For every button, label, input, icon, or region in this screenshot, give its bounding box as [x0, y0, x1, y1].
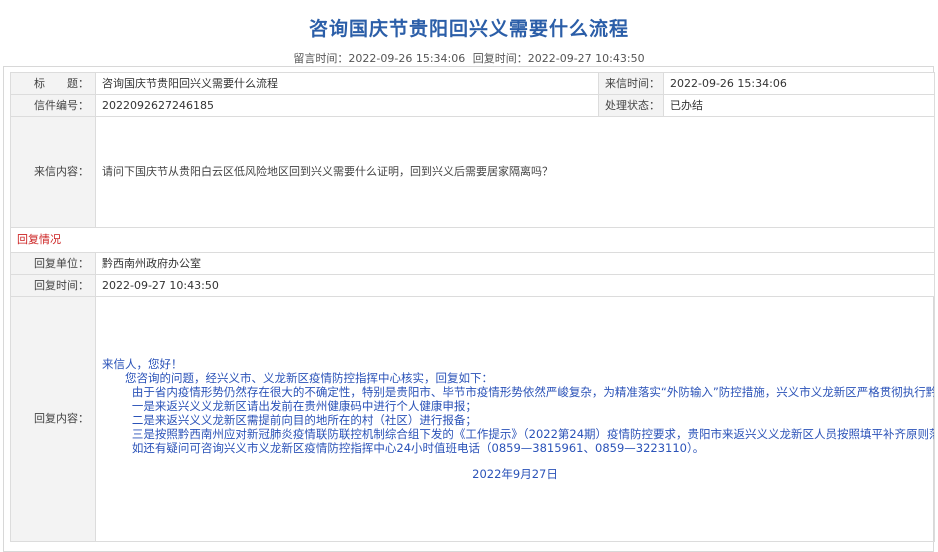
table-row: 回复内容： 来信人，您好！ 您咨询的问题，经兴义市、义龙新区疫情防控指挥中心核实… — [10, 296, 935, 542]
reply-time: 2022-09-27 10:43:50 — [527, 52, 645, 65]
title-label: 标 题： — [10, 72, 96, 95]
reply-paragraph: 三是按照黔西南州应对新冠肺炎疫情联防联控机制综合组下发的《工作提示》（2022第… — [131, 427, 935, 441]
letter-table: 标 题： 咨询国庆节贵阳回兴义需要什么流程 来信时间： 2022-09-26 1… — [10, 72, 935, 542]
table-row: 来信内容： 请问下国庆节从贵阳白云区低风险地区回到兴义需要什么证明，回到兴义后需… — [10, 116, 935, 228]
letter-content-label: 来信内容： — [10, 116, 96, 228]
page-title: 咨询国庆节贵阳回兴义需要什么流程 — [308, 18, 629, 40]
reply-unit-label: 回复单位： — [10, 252, 96, 275]
letter-number-value: 2022092627246185 — [95, 94, 599, 117]
reply-unit-value: 黔西南州政府办公室 — [95, 252, 935, 275]
reply-paragraph: 如还有疑问可咨询兴义市义龙新区疫情防控指挥中心24小时值班电话（0859—381… — [131, 441, 705, 455]
table-row: 标 题： 咨询国庆节贵阳回兴义需要什么流程 来信时间： 2022-09-26 1… — [10, 72, 935, 95]
reply-greeting: 来信人，您好！ — [102, 357, 183, 371]
message-time-label: 留言时间： — [293, 52, 349, 65]
received-time-value: 2022-09-26 15:34:06 — [663, 72, 935, 95]
reply-time-label-cell: 回复时间： — [10, 274, 96, 297]
reply-section-title: 回复情况 — [10, 227, 935, 253]
table-row: 回复情况 — [10, 227, 935, 253]
received-time-label: 来信时间： — [598, 72, 664, 95]
title-value: 咨询国庆节贵阳回兴义需要什么流程 — [95, 72, 599, 95]
letter-number-label: 信件编号： — [10, 94, 96, 117]
letter-content-value: 请问下国庆节从贵阳白云区低风险地区回到兴义需要什么证明，回到兴义后需要居家隔离吗… — [95, 116, 935, 228]
timestamps-line: 留言时间：2022-09-26 15:34:06 回复时间：2022-09-27… — [0, 50, 938, 66]
page: 咨询国庆节贵阳回兴义需要什么流程 留言时间：2022-09-26 15:34:0… — [0, 0, 938, 552]
reply-content: 来信人，您好！ 您咨询的问题，经兴义市、义龙新区疫情防控指挥中心核实，回复如下：… — [95, 296, 935, 542]
status-value: 已办结 — [663, 94, 935, 117]
reply-paragraph: 由于省内疫情形势仍然存在很大的不确定性，特别是贵阳市、毕节市疫情形势依然严峻复杂… — [131, 385, 935, 399]
reply-content-label: 回复内容： — [10, 296, 96, 542]
reply-paragraph: 二是来返兴义义龙新区需提前向目的地所在的村（社区）进行报备； — [131, 413, 477, 427]
message-time: 2022-09-26 15:34:06 — [348, 52, 466, 65]
table-row: 回复时间： 2022-09-27 10:43:50 — [10, 274, 935, 297]
reply-paragraph: 一是来返兴义义龙新区请出发前在贵州健康码中进行个人健康申报； — [131, 399, 477, 413]
reply-paragraph: 您咨询的问题，经兴义市、义龙新区疫情防控指挥中心核实，回复如下： — [125, 371, 493, 385]
reply-time-value-cell: 2022-09-27 10:43:50 — [95, 274, 935, 297]
status-label: 处理状态： — [598, 94, 664, 117]
reply-date: 2022年9月27日 — [472, 467, 558, 481]
reply-time-label: 回复时间： — [472, 52, 528, 65]
table-row: 信件编号： 2022092627246185 处理状态： 已办结 — [10, 94, 935, 117]
table-row: 回复单位： 黔西南州政府办公室 — [10, 252, 935, 275]
